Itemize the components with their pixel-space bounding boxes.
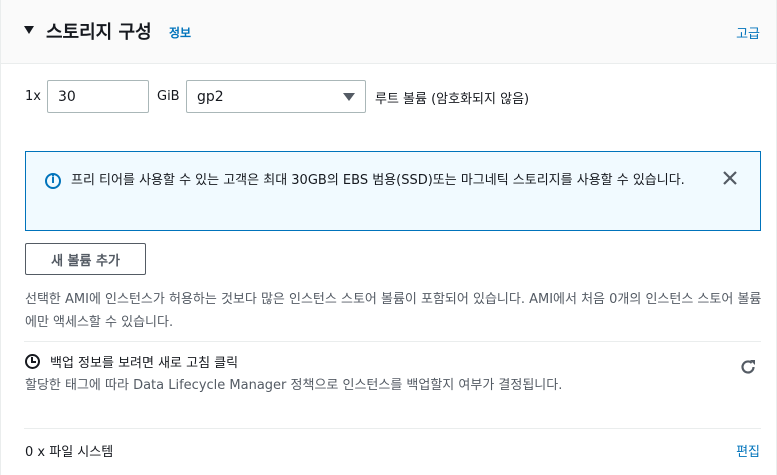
root-volume-row: 1x GiB gp2 루트 볼륨 (암호화되지 않음) xyxy=(1,80,777,113)
backup-description: 할당한 태그에 따라 Data Lifecycle Manager 정책으로 인… xyxy=(25,378,563,393)
root-volume-label: 루트 볼륨 (암호화되지 않음) xyxy=(375,92,530,107)
clock-icon xyxy=(25,354,40,369)
chevron-down-icon xyxy=(343,93,355,101)
volume-type-select[interactable]: gp2 xyxy=(186,80,366,113)
instance-store-description: 선택한 AMI에 인스턴스가 허용하는 것보다 많은 인스턴스 스토어 볼륨이 … xyxy=(25,292,762,330)
volume-type-value: gp2 xyxy=(197,89,224,105)
edit-file-systems-link[interactable]: 편집 xyxy=(736,441,760,460)
alert-text: 프리 티어를 사용할 수 있는 고객은 최대 30GB의 EBS 범용(SSD)… xyxy=(71,173,685,188)
caret-down-icon[interactable] xyxy=(24,26,34,34)
divider xyxy=(24,428,761,429)
panel-header[interactable]: 스토리지 구성 정보 고급 xyxy=(1,0,776,64)
close-icon[interactable] xyxy=(720,168,740,188)
divider xyxy=(24,341,761,342)
volume-multiplier: 1x xyxy=(25,89,41,104)
free-tier-alert: 프리 티어를 사용할 수 있는 고객은 최대 30GB의 EBS 범용(SSD)… xyxy=(25,151,761,231)
advanced-link[interactable]: 고급 xyxy=(736,23,760,42)
info-icon xyxy=(45,173,61,189)
close-icon-svg xyxy=(723,171,737,185)
add-volume-button[interactable]: 새 볼륨 추가 xyxy=(25,243,146,275)
volume-size-unit: GiB xyxy=(157,89,180,104)
refresh-icon-svg xyxy=(741,360,755,374)
storage-config-panel: 스토리지 구성 정보 고급 1x GiB gp2 루트 볼륨 (암호화되지 않음… xyxy=(0,0,777,475)
info-link[interactable]: 정보 xyxy=(169,24,191,41)
panel-title: 스토리지 구성 xyxy=(46,22,152,43)
backup-title: 백업 정보를 보려면 새로 고침 클릭 xyxy=(50,356,239,371)
volume-size-input[interactable] xyxy=(47,80,149,113)
refresh-icon[interactable] xyxy=(738,357,758,377)
file-systems-label: 0 x 파일 시스템 xyxy=(25,445,114,460)
